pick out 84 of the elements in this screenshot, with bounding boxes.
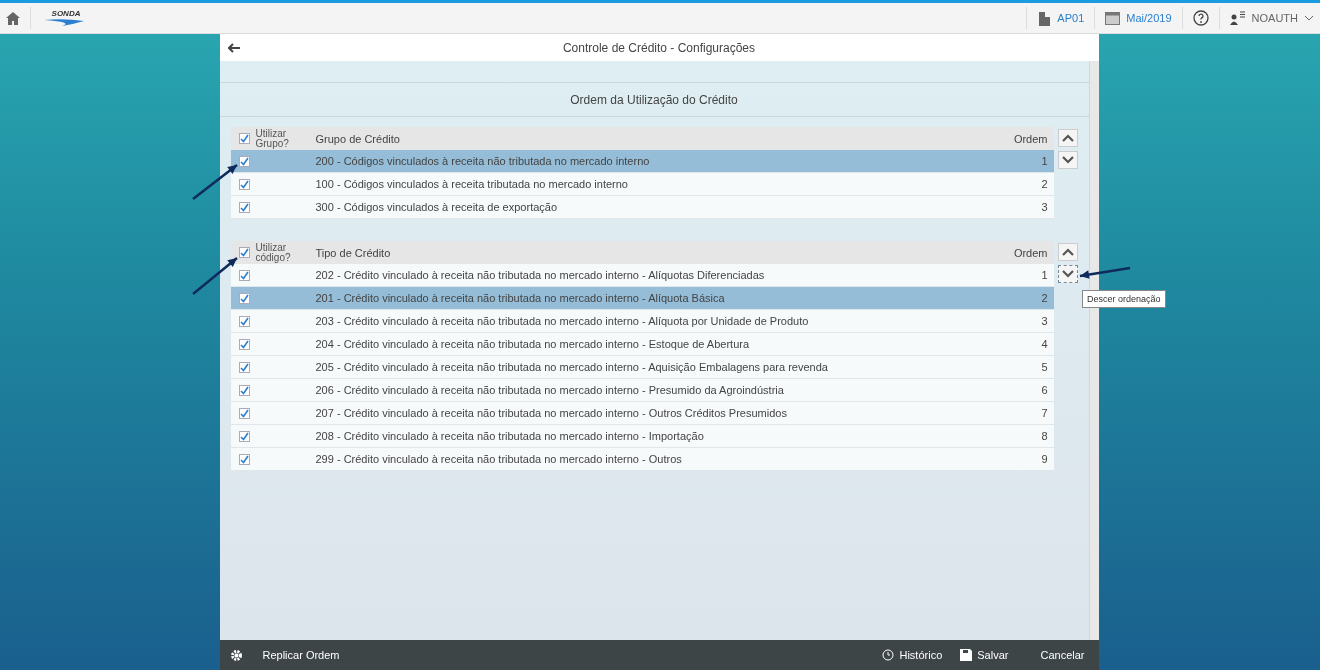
- table-row[interactable]: 200 - Códigos vinculados à receita não tributada no mercado interno 1: [230, 150, 1054, 173]
- chevron-down-icon: [1061, 270, 1074, 278]
- table-cell: 7: [1041, 407, 1048, 419]
- checkbox[interactable]: [238, 453, 250, 465]
- help-icon[interactable]: [1192, 10, 1209, 26]
- cancel-button[interactable]: Cancelar: [1034, 649, 1091, 661]
- table-cell-text: 205 - Crédito vinculado à receita não tributada no mercado interno - Aquisição Embalagens para revenda: [315, 361, 829, 373]
- table-row[interactable]: 100 - Códigos vinculados à receita tributada no mercado interno 2: [230, 173, 1054, 196]
- table-cell: 2: [1041, 292, 1048, 304]
- column-header: Ordem: [1013, 246, 1048, 259]
- section-title: Ordem da Utilização do Crédito: [219, 82, 1089, 117]
- table-cell: 2: [1041, 178, 1048, 190]
- history-button[interactable]: Histórico: [876, 649, 949, 661]
- table-cell: 5: [1041, 361, 1048, 373]
- table-row[interactable]: 204 - Crédito vinculado à receita não tributada no mercado interno - Estoque de Abertura 4: [230, 333, 1054, 356]
- chevron-up-icon: [1061, 134, 1074, 142]
- table-cell-text: 300 - Códigos vinculados à receita de exportação: [315, 201, 559, 213]
- move-up-button[interactable]: [1057, 243, 1078, 261]
- table-cell-text: 100 - Códigos vinculados à receita tributada no mercado interno: [315, 178, 629, 190]
- table-cell: 1: [1041, 155, 1048, 167]
- table-cell-text: 204 - Crédito vinculado à receita não tributada no mercado interno - Estoque de Abertura: [315, 338, 751, 350]
- column-header: Utilizar Grupo?: [255, 128, 290, 149]
- tooltip: Descer ordenação: [1082, 290, 1166, 308]
- table-row[interactable]: 202 - Crédito vinculado à receita não tributada no mercado interno - Alíquotas Diferenciadas 1: [230, 264, 1054, 287]
- table-cell: 6: [1041, 384, 1048, 396]
- column-header: Tipo de Crédito: [315, 246, 392, 259]
- checkbox[interactable]: [238, 133, 250, 144]
- table-cell: 3: [1041, 201, 1048, 213]
- checkbox[interactable]: [238, 201, 250, 213]
- table-cell-text: 299 - Crédito vinculado à receita não tributada no mercado interno - Outros: [315, 453, 683, 465]
- building-icon: [1037, 10, 1052, 26]
- table-cell-text: 206 - Crédito vinculado à receita não tributada no mercado interno - Presumido da Agroindústria: [315, 384, 785, 396]
- table-row[interactable]: 205 - Crédito vinculado à receita não tributada no mercado interno - Aquisição Embalagens para revenda 5: [230, 356, 1054, 379]
- period-link[interactable]: Mai/2019: [1126, 12, 1172, 24]
- user-menu[interactable]: NOAUTH: [1251, 12, 1298, 24]
- move-down-button[interactable]: [1057, 265, 1078, 283]
- checkbox[interactable]: [238, 407, 250, 419]
- checkbox[interactable]: [238, 269, 250, 281]
- column-header: Grupo de Crédito: [315, 132, 401, 145]
- table-row[interactable]: 299 - Crédito vinculado à receita não tributada no mercado interno - Outros 9: [230, 448, 1054, 471]
- table-row[interactable]: 208 - Crédito vinculado à receita não tributada no mercado interno - Importação 8: [230, 425, 1054, 448]
- clock-icon: [882, 649, 895, 661]
- logo-text: SONDA: [51, 10, 81, 18]
- calendar-icon: [1105, 11, 1121, 25]
- checkbox[interactable]: [238, 315, 250, 327]
- checkbox[interactable]: [238, 247, 250, 258]
- table-row[interactable]: 203 - Crédito vinculado à receita não tributada no mercado interno - Alíquota por Unidade de Produto 3: [230, 310, 1054, 333]
- move-up-button[interactable]: [1057, 129, 1078, 147]
- page-title: Controle de Crédito - Configurações: [561, 40, 757, 55]
- table-row[interactable]: 201 - Crédito vinculado à receita não tributada no mercado interno - Alíquota Básica 2: [230, 287, 1054, 310]
- home-icon[interactable]: [6, 11, 20, 25]
- table-cell: 9: [1041, 453, 1048, 465]
- table-cell: 4: [1041, 338, 1048, 350]
- chevron-down-icon[interactable]: [1304, 15, 1314, 21]
- table-row[interactable]: 207 - Crédito vinculado à receita não tributada no mercado interno - Outros Créditos Presumidos 7: [230, 402, 1054, 425]
- table-row[interactable]: 300 - Códigos vinculados à receita de exportação 3: [230, 196, 1054, 219]
- column-header: Ordem: [1013, 132, 1048, 145]
- checkbox[interactable]: [238, 178, 250, 190]
- table-cell-text: 208 - Crédito vinculado à receita não tributada no mercado interno - Importação: [315, 430, 705, 442]
- settings-icon[interactable]: [229, 648, 243, 662]
- table-cell: 3: [1041, 315, 1048, 327]
- checkbox[interactable]: [238, 338, 250, 350]
- checkbox[interactable]: [238, 292, 250, 304]
- company-link[interactable]: AP01: [1057, 12, 1085, 24]
- table-cell: 1: [1041, 269, 1048, 281]
- checkbox[interactable]: [238, 361, 250, 373]
- chevron-down-icon: [1061, 156, 1074, 164]
- checkbox[interactable]: [238, 155, 250, 167]
- column-header: Utilizar código?: [255, 242, 292, 263]
- move-down-button[interactable]: [1057, 151, 1078, 169]
- save-button[interactable]: Salvar: [954, 649, 1015, 661]
- checkbox[interactable]: [238, 430, 250, 442]
- table-cell-text: 200 - Códigos vinculados à receita não tributada no mercado interno: [315, 155, 651, 167]
- table-cell: 8: [1041, 430, 1048, 442]
- checkbox[interactable]: [238, 384, 250, 396]
- table-cell-text: 207 - Crédito vinculado à receita não tributada no mercado interno - Outros Créditos Presumidos: [315, 407, 788, 419]
- table-cell-text: 202 - Crédito vinculado à receita não tributada no mercado interno - Alíquotas Diferenciadas: [315, 269, 766, 281]
- user-icon: [1229, 11, 1246, 25]
- table-row[interactable]: 206 - Crédito vinculado à receita não tributada no mercado interno - Presumido da Agroindústria 6: [230, 379, 1054, 402]
- table-cell-text: 201 - Crédito vinculado à receita não tributada no mercado interno - Alíquota Básica: [315, 292, 726, 304]
- back-arrow-icon[interactable]: [227, 42, 240, 53]
- replicate-order-button[interactable]: Replicar Ordem: [256, 649, 346, 661]
- chevron-up-icon: [1061, 248, 1074, 256]
- table-cell-text: 203 - Crédito vinculado à receita não tributada no mercado interno - Alíquota por Unidade de Produto: [315, 315, 810, 327]
